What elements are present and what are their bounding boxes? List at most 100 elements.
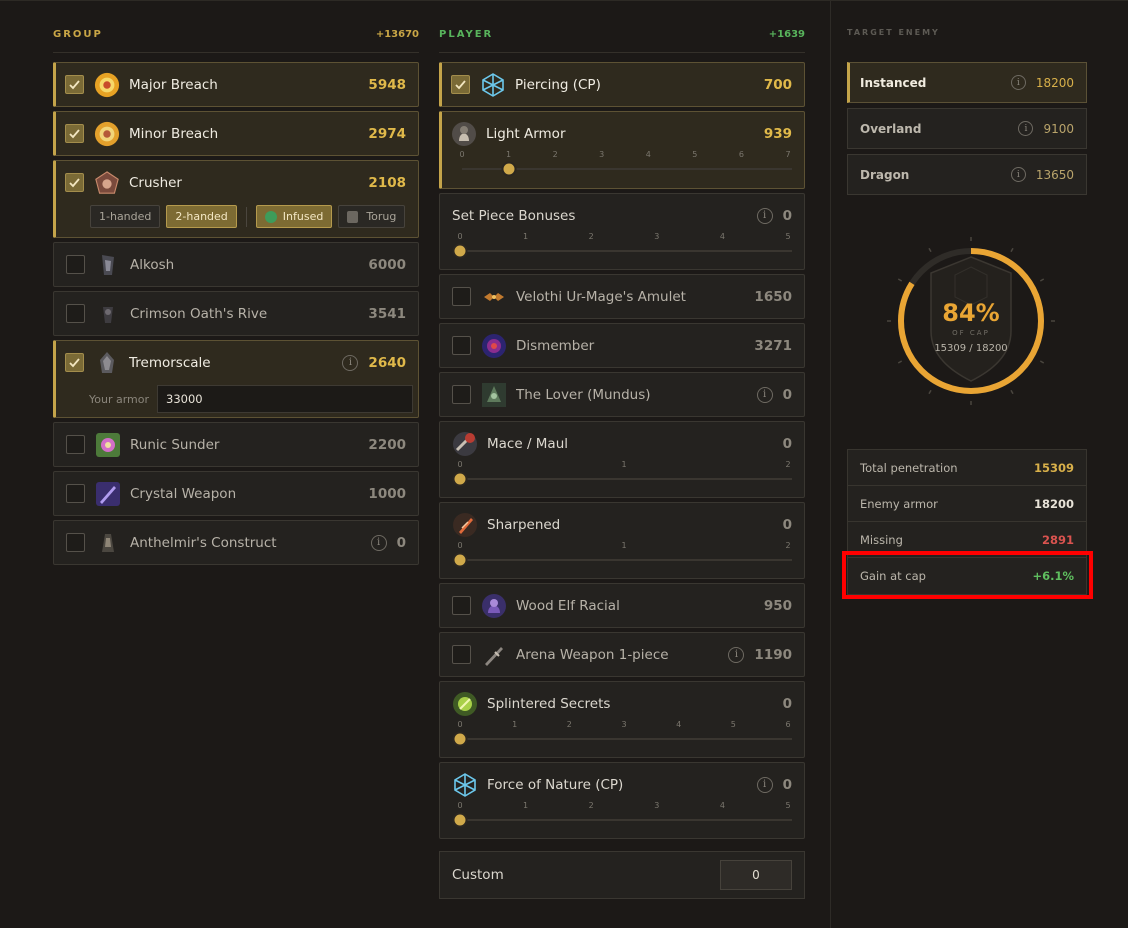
slider-track[interactable] — [460, 250, 792, 252]
enemy-instanced[interactable]: Instanced i 18200 — [847, 62, 1087, 103]
force-of-nature-info-icon[interactable]: i — [756, 776, 773, 793]
crusher-1-handed-button[interactable]: 1-handed — [90, 205, 161, 228]
group-total: +13670 — [375, 29, 419, 40]
level-slider[interactable]: 0 1 2 3 4 5 — [452, 232, 792, 259]
enemy-dragon[interactable]: Dragon i 13650 — [847, 154, 1087, 195]
group-item-anthelmirs-construct[interactable]: Anthelmir's Construct i 0 — [53, 520, 419, 565]
slider-track[interactable] — [460, 478, 792, 480]
alkosh-checkbox[interactable] — [66, 255, 85, 274]
stat-enemy-armor-value: 18200 — [1033, 496, 1074, 511]
player-item-set-piece-bonuses[interactable]: Set Piece Bonuses i 0 0 1 2 3 4 5 — [439, 193, 805, 270]
infused-icon — [264, 210, 277, 223]
slider-tick-label: 3 — [654, 801, 660, 810]
crimson-oaths-rive-value: 3541 — [368, 305, 406, 322]
level-slider[interactable]: 0 1 2 — [452, 541, 792, 568]
player-item-wood-elf-racial[interactable]: Wood Elf Racial 950 — [439, 583, 805, 628]
light-armor-icon — [451, 121, 477, 147]
torug-label: Torug — [366, 210, 397, 223]
group-item-tremorscale[interactable]: Tremorscale i 2640 Your armor 33000 — [53, 340, 419, 418]
crusher-torug-toggle[interactable]: Torug — [338, 205, 406, 228]
crusher-infused-toggle[interactable]: Infused — [255, 205, 333, 228]
infused-label: Infused — [282, 210, 324, 223]
crusher-checkbox[interactable] — [65, 173, 84, 192]
anthelmirs-construct-checkbox[interactable] — [66, 533, 85, 552]
slider-knob[interactable] — [452, 552, 468, 568]
velothi-amulet-checkbox[interactable] — [452, 287, 471, 306]
slider-tick-label: 1 — [523, 801, 529, 810]
player-item-piercing-cp[interactable]: Piercing (CP) 700 — [439, 62, 805, 107]
slider-tick-label: 5 — [785, 232, 791, 241]
slider-tick-label: 0 — [457, 460, 463, 469]
gauge-percent: 84% — [942, 299, 1000, 327]
piercing-cp-checkbox[interactable] — [451, 75, 470, 94]
slider-knob[interactable] — [501, 161, 517, 177]
stat-gain-at-cap: Gain at cap +6.1% — [848, 558, 1086, 594]
enemy-dragon-info-icon[interactable]: i — [1010, 167, 1026, 182]
player-item-splintered-secrets[interactable]: Splintered Secrets 0 0 1 2 3 4 5 6 — [439, 681, 805, 758]
group-item-crusher[interactable]: Crusher 2108 1-handed 2-handed Infused T… — [53, 160, 419, 238]
minor-breach-checkbox[interactable] — [65, 124, 84, 143]
player-item-sharpened[interactable]: Sharpened 0 0 1 2 — [439, 502, 805, 579]
slider-knob[interactable] — [452, 812, 468, 828]
the-lover-info-icon[interactable]: i — [756, 386, 773, 403]
slider-tick-label: 4 — [719, 801, 725, 810]
player-item-force-of-nature[interactable]: Force of Nature (CP) i 0 0 1 2 3 4 5 — [439, 762, 805, 839]
crimson-oaths-rive-checkbox[interactable] — [66, 304, 85, 323]
level-slider[interactable]: 0 1 2 3 4 5 6 — [452, 720, 792, 747]
level-slider[interactable]: 0 1 2 3 4 5 — [452, 801, 792, 828]
player-item-velothi-amulet[interactable]: Velothi Ur-Mage's Amulet 1650 — [439, 274, 805, 319]
enemy-overland[interactable]: Overland i 9100 — [847, 108, 1087, 149]
crystal-weapon-checkbox[interactable] — [66, 484, 85, 503]
anthelmirs-construct-info-icon[interactable]: i — [370, 534, 387, 551]
slider-knob[interactable] — [452, 243, 468, 259]
group-item-runic-sunder[interactable]: Runic Sunder 2200 — [53, 422, 419, 467]
group-item-major-breach[interactable]: Major Breach 5948 — [53, 62, 419, 107]
the-lover-checkbox[interactable] — [452, 385, 471, 404]
arena-weapon-info-icon[interactable]: i — [728, 646, 745, 663]
slider-track[interactable] — [460, 819, 792, 821]
slider-tick-label: 5 — [730, 720, 736, 729]
runic-sunder-label: Runic Sunder — [130, 436, 220, 453]
crusher-2-handed-button[interactable]: 2-handed — [166, 205, 237, 228]
custom-value-input[interactable]: 0 — [720, 860, 792, 890]
player-item-light-armor[interactable]: Light Armor 939 0 1 2 3 4 5 6 7 — [439, 111, 805, 189]
set-piece-bonuses-value: 0 — [782, 207, 792, 224]
group-item-crystal-weapon[interactable]: Crystal Weapon 1000 — [53, 471, 419, 516]
slider-track[interactable] — [460, 738, 792, 740]
level-slider[interactable]: 0 1 2 — [452, 460, 792, 487]
group-column: GROUP +13670 Major Breach 5948 Minor Bre… — [53, 1, 419, 569]
wood-elf-racial-value: 950 — [763, 597, 792, 614]
dismember-checkbox[interactable] — [452, 336, 471, 355]
enemy-instanced-info-icon[interactable]: i — [1010, 75, 1026, 90]
tremorscale-checkbox[interactable] — [65, 353, 84, 372]
slider-knob[interactable] — [452, 731, 468, 747]
arena-weapon-checkbox[interactable] — [452, 645, 471, 664]
slider-tick-label: 7 — [785, 150, 791, 159]
slider-knob[interactable] — [452, 471, 468, 487]
dismember-icon — [481, 333, 507, 359]
slider-ticks: 0 1 2 3 4 5 — [452, 232, 792, 242]
enemy-overland-info-icon[interactable]: i — [1018, 121, 1034, 136]
player-item-dismember[interactable]: Dismember 3271 — [439, 323, 805, 368]
slider-track[interactable] — [460, 559, 792, 561]
group-item-minor-breach[interactable]: Minor Breach 2974 — [53, 111, 419, 156]
group-item-alkosh[interactable]: Alkosh 6000 — [53, 242, 419, 287]
gauge-ratio: 15309 / 18200 — [934, 343, 1008, 354]
custom-penetration: Custom 0 — [439, 851, 805, 899]
player-item-mace-maul[interactable]: Mace / Maul 0 0 1 2 — [439, 421, 805, 498]
wood-elf-racial-checkbox[interactable] — [452, 596, 471, 615]
slider-tick-label: 0 — [457, 720, 463, 729]
your-armor-input[interactable]: 33000 — [157, 385, 414, 413]
set-piece-bonuses-info-icon[interactable]: i — [756, 207, 773, 224]
player-item-arena-weapon[interactable]: Arena Weapon 1-piece i 1190 — [439, 632, 805, 677]
light-armor-value: 939 — [763, 125, 792, 142]
wood-elf-racial-label: Wood Elf Racial — [516, 597, 620, 614]
crystal-weapon-icon — [95, 481, 121, 507]
tremorscale-info-icon[interactable]: i — [342, 354, 359, 371]
level-slider[interactable]: 0 1 2 3 4 5 6 7 — [454, 150, 792, 177]
major-breach-checkbox[interactable] — [65, 75, 84, 94]
player-item-the-lover[interactable]: The Lover (Mundus) i 0 — [439, 372, 805, 417]
runic-sunder-checkbox[interactable] — [66, 435, 85, 454]
player-title: PLAYER — [439, 29, 494, 40]
group-item-crimson-oaths-rive[interactable]: Crimson Oath's Rive 3541 — [53, 291, 419, 336]
